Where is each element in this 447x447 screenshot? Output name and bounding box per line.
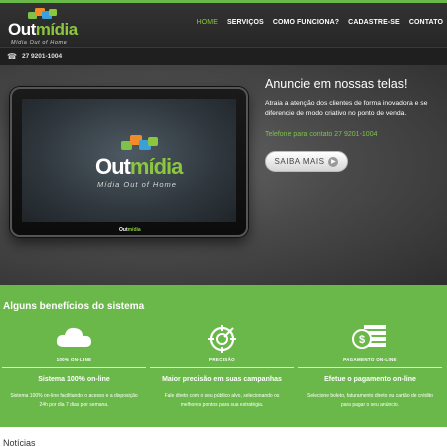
money-stack-icon: $ (352, 325, 386, 349)
benefit-divider (2, 367, 146, 368)
tv-chat-bubbles-icon (121, 135, 158, 150)
benefit-description: Selecione boleto, faturamento direto ou … (307, 393, 433, 408)
main-nav: HOME SERVIÇOS COMO FUNCIONA? CADASTRE-SE… (197, 19, 443, 26)
hero-banner: Outmídia Mídia Out of Home Outmídia Anun… (0, 65, 447, 285)
benefit-divider (150, 367, 294, 368)
benefit-description: Fale direto com o seu público alvo, sele… (164, 393, 280, 408)
tv-bezel-logo: Outmídia (119, 227, 141, 233)
site-header: Outmídia Mídia Out of Home HOME SERVIÇOS… (0, 3, 447, 47)
benefit-caption: PAGAMENTO ON-LINE (343, 357, 397, 362)
cloud-icon (56, 327, 91, 347)
target-icon (208, 325, 236, 353)
hero-description: Atraia a atenção dos clientes de forma i… (265, 100, 428, 117)
tv-logo-wordmark: Outmídia (95, 154, 183, 179)
benefit-precisao: PRECISÃO Maior precisão em suas campanha… (148, 319, 296, 427)
benefits-section: Alguns benefícios do sistema 100% ON-LIN… (0, 285, 447, 427)
saiba-mais-button[interactable]: SAIBA MAIS ▶ (265, 151, 348, 172)
benefit-caption: 100% ON-LINE (56, 357, 92, 362)
hero-phone: Telefone para contato 27 9201-1004 (265, 131, 378, 138)
phone-icon: ☎ (7, 52, 17, 61)
tv-screen-illustration: Outmídia Mídia Out of Home Outmídia (10, 87, 248, 237)
svg-text:$: $ (359, 334, 365, 346)
logo-wordmark: Outmídia (8, 20, 78, 39)
nav-cadastre-se[interactable]: CADASTRE-SE (348, 19, 400, 26)
logo-tagline: Mídia Out of Home (11, 40, 68, 46)
benefit-pagamento: $ PAGAMENTO ON-LINE Efetue o pagamento o… (296, 319, 444, 427)
nav-como-funciona[interactable]: COMO FUNCIONA? (273, 19, 339, 26)
tv-logo-tagline: Mídia Out of Home (97, 180, 177, 189)
benefit-title: Maior precisão em suas campanhas (162, 376, 282, 383)
nav-contato[interactable]: CONTATO (409, 19, 443, 26)
arrow-right-icon: ▶ (328, 156, 339, 167)
benefit-title: Sistema 100% on-line (38, 376, 110, 383)
benefit-caption: PRECISÃO (209, 357, 235, 362)
site-logo[interactable]: Outmídia Mídia Out of Home (8, 8, 78, 46)
nav-home[interactable]: HOME (197, 19, 218, 26)
topbar-phone: 27 9201-1004 (22, 53, 63, 60)
benefit-online: 100% ON-LINE Sistema 100% on-line Sistem… (0, 319, 148, 427)
benefits-title: Alguns benefícios do sistema (3, 301, 145, 312)
benefit-divider (298, 367, 442, 368)
news-heading: Notícias (3, 438, 36, 447)
benefit-title: Efetue o pagamento on-line (324, 376, 416, 383)
tv-display: Outmídia Mídia Out of Home (22, 99, 236, 222)
nav-servicos[interactable]: SERVIÇOS (227, 19, 264, 26)
phone-bar: ☎ 27 9201-1004 (0, 47, 447, 65)
hero-title: Anuncie em nossas telas! (265, 77, 408, 91)
saiba-mais-label: SAIBA MAIS (274, 157, 325, 166)
benefit-description: Sistema 100% on-line facilitando o acess… (10, 393, 138, 408)
